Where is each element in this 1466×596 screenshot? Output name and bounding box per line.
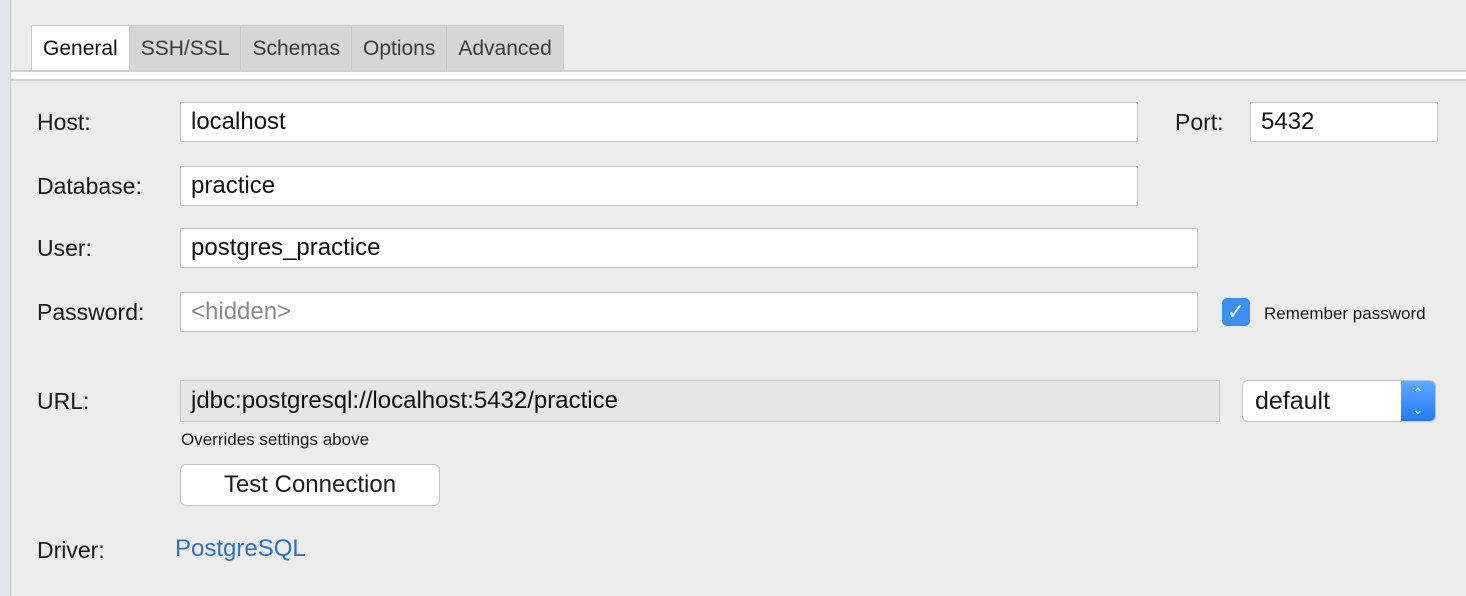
database-input[interactable]: practice xyxy=(180,166,1138,206)
port-label: Port: xyxy=(1175,109,1224,135)
left-panel-edge xyxy=(0,0,11,596)
tab-ssh-ssl[interactable]: SSH/SSL xyxy=(130,26,242,72)
remember-password-label: Remember password xyxy=(1264,304,1426,323)
url-hint: Overrides settings above xyxy=(181,430,370,449)
host-label: Host: xyxy=(37,109,91,135)
tab-schemas[interactable]: Schemas xyxy=(241,26,352,72)
chevron-up-down-icon: ⌃ ⌄ xyxy=(1401,381,1435,421)
tab-divider xyxy=(11,70,1466,81)
test-connection-button[interactable]: Test Connection xyxy=(180,464,440,506)
url-input[interactable]: jdbc:postgresql://localhost:5432/practic… xyxy=(180,380,1220,422)
url-mode-select[interactable]: default ⌃ ⌄ xyxy=(1242,380,1436,422)
remember-password-checkbox[interactable]: ✓ xyxy=(1222,298,1250,326)
checkmark-icon: ✓ xyxy=(1226,299,1246,324)
user-input[interactable]: postgres_practice xyxy=(180,228,1198,268)
password-input[interactable]: <hidden> xyxy=(180,292,1198,332)
tab-bar: General SSH/SSL Schemas Options Advanced xyxy=(31,25,564,72)
tab-options[interactable]: Options xyxy=(352,26,448,72)
url-label: URL: xyxy=(37,388,90,414)
driver-label: Driver: xyxy=(37,537,105,563)
password-label: Password: xyxy=(37,299,145,325)
tab-advanced[interactable]: Advanced xyxy=(447,26,562,72)
user-label: User: xyxy=(37,235,92,261)
driver-link[interactable]: PostgreSQL xyxy=(175,535,306,563)
host-input[interactable]: localhost xyxy=(180,102,1138,142)
port-input[interactable]: 5432 xyxy=(1250,102,1438,142)
database-label: Database: xyxy=(37,173,142,199)
url-mode-value: default xyxy=(1255,387,1331,415)
tab-general[interactable]: General xyxy=(32,26,130,72)
